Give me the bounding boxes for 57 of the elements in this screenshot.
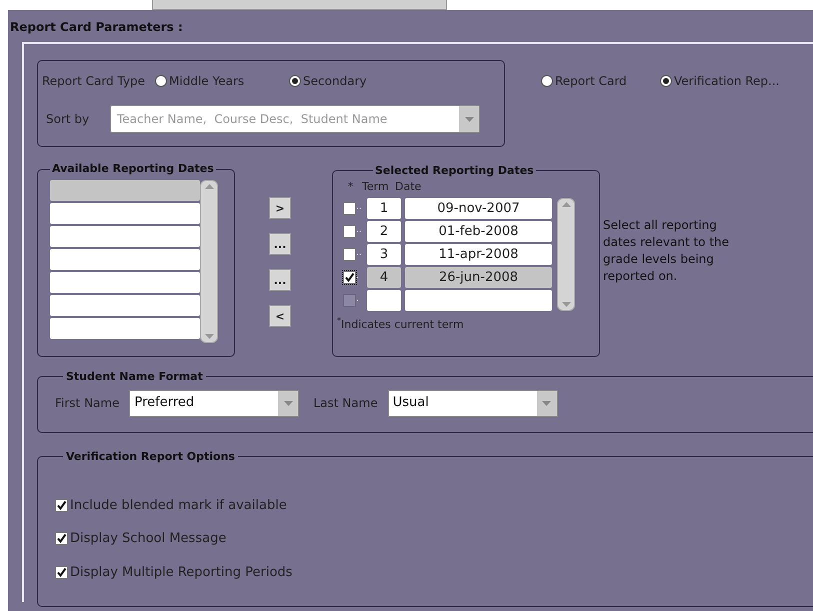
dropdown-value: Teacher Name, Course Desc, Student Name [116,111,388,128]
group-title: Available Reporting Dates [51,161,215,177]
help-text: Select all reporting dates relevant to the grade levels being reported on. [603,217,730,285]
column-header: Date [395,179,422,196]
checkbox[interactable] [55,566,68,579]
footnote-mark: * [337,316,341,324]
row-marker: .. [356,201,363,214]
row-marker: .. [356,224,363,238]
date-cell[interactable]: 11-apr-2008 [405,244,552,264]
field-label: Last Name [313,395,378,412]
radio-button[interactable] [289,75,302,87]
move-button[interactable]: > [269,197,291,219]
row-marker: . [356,270,360,284]
term-cell[interactable]: 2 [367,220,401,242]
name-dropdown[interactable]: Usual [388,390,558,416]
checkbox[interactable] [343,224,356,238]
move-button[interactable]: ... [269,233,291,255]
dropdown-value: Preferred [133,394,196,412]
term-cell[interactable]: 4 [367,266,401,288]
radio-button[interactable] [541,75,553,87]
date-cell[interactable]: 26-jun-2008 [405,266,552,288]
section-title: Report Card Parameters : [9,19,184,36]
column-header: Term [361,179,390,196]
move-button[interactable]: ... [269,269,291,291]
date-cell[interactable] [405,290,552,310]
list-row[interactable] [50,294,200,316]
list-row[interactable] [50,272,200,292]
checkbox[interactable] [55,532,68,546]
row-marker: .. [356,247,363,260]
list-row[interactable] [50,202,200,224]
list-row[interactable] [50,248,200,270]
row-marker: . [356,293,360,306]
list-row[interactable] [50,318,200,338]
radio-button[interactable] [155,75,168,87]
checkbox[interactable] [343,248,356,260]
field-label: Report Card Type [42,73,146,90]
radio-button[interactable] [660,75,672,87]
checkbox[interactable] [55,498,68,512]
dropdown-value: Usual [392,394,430,412]
list-row[interactable] [50,226,200,246]
checkbox[interactable] [343,270,356,284]
group-title: Verification Report Options [65,450,236,463]
field-label: Sort by [46,111,90,128]
column-header: * [346,179,354,196]
term-cell[interactable]: 1 [367,198,401,218]
checkbox[interactable] [343,202,356,214]
field-label: First Name [55,395,120,412]
footnote: Indicates current term [341,316,464,332]
name-dropdown[interactable]: Preferred [129,390,300,416]
term-cell[interactable]: 3 [367,244,401,264]
date-cell[interactable]: 01-feb-2008 [405,220,552,242]
group-title: Student Name Format [65,370,204,383]
group-title: Selected Reporting Dates [374,164,535,177]
list-row[interactable] [50,180,200,200]
date-cell[interactable]: 09-nov-2007 [405,198,552,218]
term-cell[interactable] [367,290,401,310]
move-button[interactable]: < [269,305,291,327]
